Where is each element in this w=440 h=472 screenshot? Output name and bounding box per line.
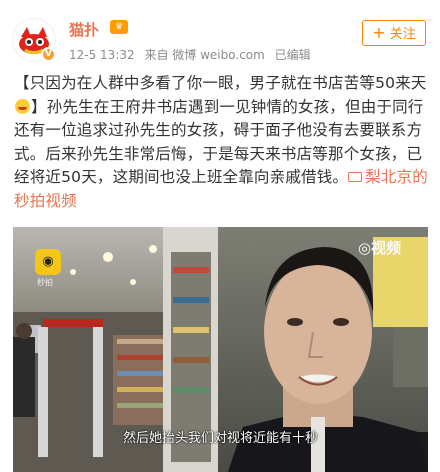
laughing-emoji-icon (15, 98, 30, 114)
follow-button[interactable]: + 关注 (362, 20, 426, 46)
post-time[interactable]: 12-5 13:32 (69, 48, 135, 62)
post-meta: 12-5 13:32 来自 微博 weibo.com 已编辑 (69, 46, 317, 63)
video-subtitle: 然后她抬头我们对视将近能有十秒 (122, 431, 318, 446)
author-name[interactable]: 猫扑 (69, 19, 99, 40)
post-body: 【只因为在人群中多看了你一眼，男子就在书店苦等50来天】孙先生在王府井书店遇到一… (14, 72, 428, 213)
post-source[interactable]: 来自 微博 weibo.com (144, 48, 264, 62)
corner-watermark: ◎视频 (358, 239, 402, 257)
video-icon (348, 172, 363, 182)
verified-v-icon: V (41, 47, 56, 62)
vip-badge-icon[interactable]: ♛ (110, 20, 128, 34)
post-header: V 猫扑 ♛ 12-5 13:32 来自 微博 weibo.com 已编辑 + 关… (0, 0, 440, 70)
plus-icon: + (372, 23, 386, 42)
follow-label: 关注 (389, 27, 416, 42)
app-watermark: 秒拍 (37, 278, 53, 287)
miaopai-logo-icon: ◉ (35, 249, 61, 275)
post-text-headline: 【只因为在人群中多看了你一眼，男子就在书店苦等50来天 (14, 74, 427, 92)
edited-label: 已编辑 (274, 48, 311, 62)
video-player[interactable]: ◉ 秒拍 ◎视频 然后她抬头我们对视将近能有十秒 (13, 227, 428, 472)
